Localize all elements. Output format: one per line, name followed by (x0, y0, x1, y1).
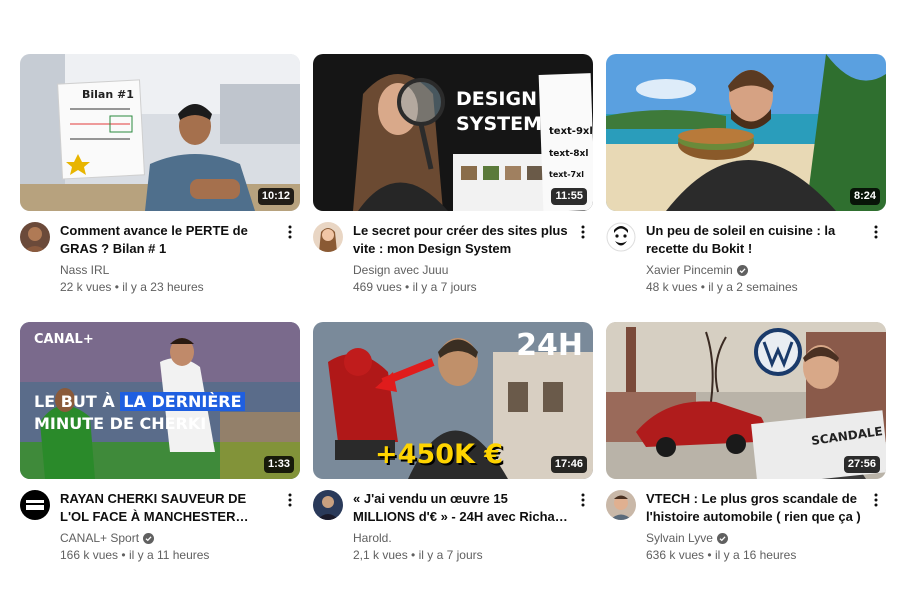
video-duration: 17:46 (550, 456, 587, 473)
verified-check-icon (716, 532, 728, 544)
view-count: 469 vues (353, 280, 402, 294)
video-duration: 27:56 (843, 456, 880, 473)
channel-name-text: Design avec Juuu (353, 263, 449, 277)
channel-avatar[interactable] (313, 222, 343, 252)
channel-avatar[interactable] (20, 490, 50, 520)
channel-name[interactable]: Xavier Pincemin (646, 262, 862, 278)
thumbnail-label: text-9xl (549, 126, 593, 137)
video-duration: 10:12 (257, 188, 294, 205)
separator: • (411, 548, 416, 562)
thumbnail-image (606, 54, 886, 211)
separator: • (700, 280, 705, 294)
channel-avatar[interactable] (606, 222, 636, 252)
channel-name[interactable]: Sylvain Lyve (646, 530, 862, 546)
video-stats: 166 k vues • il y a 11 heures (60, 547, 276, 563)
thumbnail-heading: DESIGN SYSTEM (456, 87, 542, 137)
thumbnail-heading: LE BUT À LA DERNIÈRE (34, 392, 245, 411)
video-stats: 469 vues • il y a 7 jours (353, 279, 569, 295)
video-card: 8:24 Un peu de soleil en cuisine : la re… (606, 54, 886, 302)
view-count: 2,1 k vues (353, 548, 408, 562)
separator: • (121, 548, 126, 562)
thumbnail-heading-line: DESIGN (456, 88, 538, 110)
video-thumbnail[interactable]: CANAL+ LE BUT À LA DERNIÈRE MINUTE DE CH… (20, 322, 300, 479)
video-meta: Un peu de soleil en cuisine : la recette… (606, 222, 886, 302)
upload-age: il y a 23 heures (122, 280, 204, 294)
video-grid: Bilan #1 10:12 Comment avance le PERTE d… (0, 0, 900, 600)
separator: • (707, 548, 712, 562)
video-card: CANAL+ LE BUT À LA DERNIÈRE MINUTE DE CH… (20, 322, 300, 570)
verified-check-icon (736, 264, 748, 276)
video-meta: Comment avance le PERTE de GRAS ? Bilan … (20, 222, 300, 302)
channel-name-text: Xavier Pincemin (646, 263, 733, 277)
thumbnail-heading-part: LE BUT À (34, 392, 115, 411)
upload-age: il y a 2 semaines (708, 280, 798, 294)
channel-name-text: CANAL+ Sport (60, 531, 140, 545)
more-vert-icon[interactable] (282, 490, 298, 510)
video-thumbnail[interactable]: Bilan #1 10:12 (20, 54, 300, 211)
thumbnail-price: +450K € (375, 439, 504, 470)
thumbnail-label: text-7xl (549, 170, 585, 179)
thumbnail-heading-highlight: LA DERNIÈRE (120, 392, 245, 411)
view-count: 166 k vues (60, 548, 119, 562)
video-thumbnail[interactable]: DESIGN SYSTEM text-9xl text-8xl text-7xl… (313, 54, 593, 211)
upload-age: il y a 16 heures (714, 548, 797, 562)
video-card: DESIGN SYSTEM text-9xl text-8xl text-7xl… (313, 54, 593, 302)
channel-avatar[interactable] (20, 222, 50, 252)
video-card: SCANDALE 27:56 VTECH : Le plus gros scan… (606, 322, 886, 570)
video-title[interactable]: Comment avance le PERTE de GRAS ? Bilan … (60, 222, 276, 258)
upload-age: il y a 7 jours (418, 548, 483, 562)
video-meta: « J'ai vendu un œuvre 15 MILLIONS d'€ » … (313, 490, 593, 570)
channel-name-text: Nass IRL (60, 263, 110, 277)
more-vert-icon[interactable] (575, 222, 591, 242)
more-vert-icon[interactable] (868, 222, 884, 242)
video-duration: 1:33 (263, 456, 294, 473)
separator: • (405, 280, 410, 294)
upload-age: il y a 11 heures (128, 548, 210, 562)
channel-avatar[interactable] (606, 490, 636, 520)
view-count: 22 k vues (60, 280, 112, 294)
video-duration: 8:24 (849, 188, 880, 205)
video-duration: 11:55 (551, 188, 587, 205)
channel-name[interactable]: Harold. (353, 530, 569, 546)
video-title[interactable]: Un peu de soleil en cuisine : la recette… (646, 222, 862, 258)
thumbnail-label: Bilan #1 (82, 88, 134, 101)
video-meta: RAYAN CHERKI SAUVEUR DE L'OL FACE À MANC… (20, 490, 300, 570)
channel-name[interactable]: Design avec Juuu (353, 262, 569, 278)
canal-plus-logo: CANAL+ (34, 332, 94, 347)
video-stats: 2,1 k vues • il y a 7 jours (353, 547, 569, 563)
video-stats: 636 k vues • il y a 16 heures (646, 547, 862, 563)
thumbnail-subheading: MINUTE DE CHERKI (34, 414, 207, 433)
video-title[interactable]: « J'ai vendu un œuvre 15 MILLIONS d'€ » … (353, 490, 569, 526)
thumbnail-image (20, 54, 300, 211)
channel-name-text: Harold. (353, 531, 392, 545)
view-count: 636 k vues (646, 548, 705, 562)
video-stats: 22 k vues • il y a 23 heures (60, 279, 276, 295)
video-title[interactable]: RAYAN CHERKI SAUVEUR DE L'OL FACE À MANC… (60, 490, 276, 526)
more-vert-icon[interactable] (282, 222, 298, 242)
more-vert-icon[interactable] (868, 490, 884, 510)
video-title[interactable]: VTECH : Le plus gros scandale de l'histo… (646, 490, 862, 526)
video-thumbnail[interactable]: 8:24 (606, 54, 886, 211)
video-meta: VTECH : Le plus gros scandale de l'histo… (606, 490, 886, 570)
thumbnail-heading: 24H (516, 328, 583, 363)
video-thumbnail[interactable]: SCANDALE 27:56 (606, 322, 886, 479)
separator: • (114, 280, 119, 294)
video-title[interactable]: Le secret pour créer des sites plus vite… (353, 222, 569, 258)
video-card: 24H +450K € 17:46 « J'ai vendu un œuvre … (313, 322, 593, 570)
channel-name[interactable]: CANAL+ Sport (60, 530, 276, 546)
thumbnail-image (606, 322, 886, 479)
channel-name[interactable]: Nass IRL (60, 262, 276, 278)
video-card: Bilan #1 10:12 Comment avance le PERTE d… (20, 54, 300, 302)
thumbnail-heading-line: SYSTEM (456, 113, 542, 135)
video-stats: 48 k vues • il y a 2 semaines (646, 279, 862, 295)
upload-age: il y a 7 jours (412, 280, 477, 294)
video-thumbnail[interactable]: 24H +450K € 17:46 (313, 322, 593, 479)
channel-name-text: Sylvain Lyve (646, 531, 713, 545)
channel-avatar[interactable] (313, 490, 343, 520)
video-meta: Le secret pour créer des sites plus vite… (313, 222, 593, 302)
more-vert-icon[interactable] (575, 490, 591, 510)
view-count: 48 k vues (646, 280, 698, 294)
verified-check-icon (143, 532, 155, 544)
thumbnail-label: text-8xl (549, 149, 589, 159)
